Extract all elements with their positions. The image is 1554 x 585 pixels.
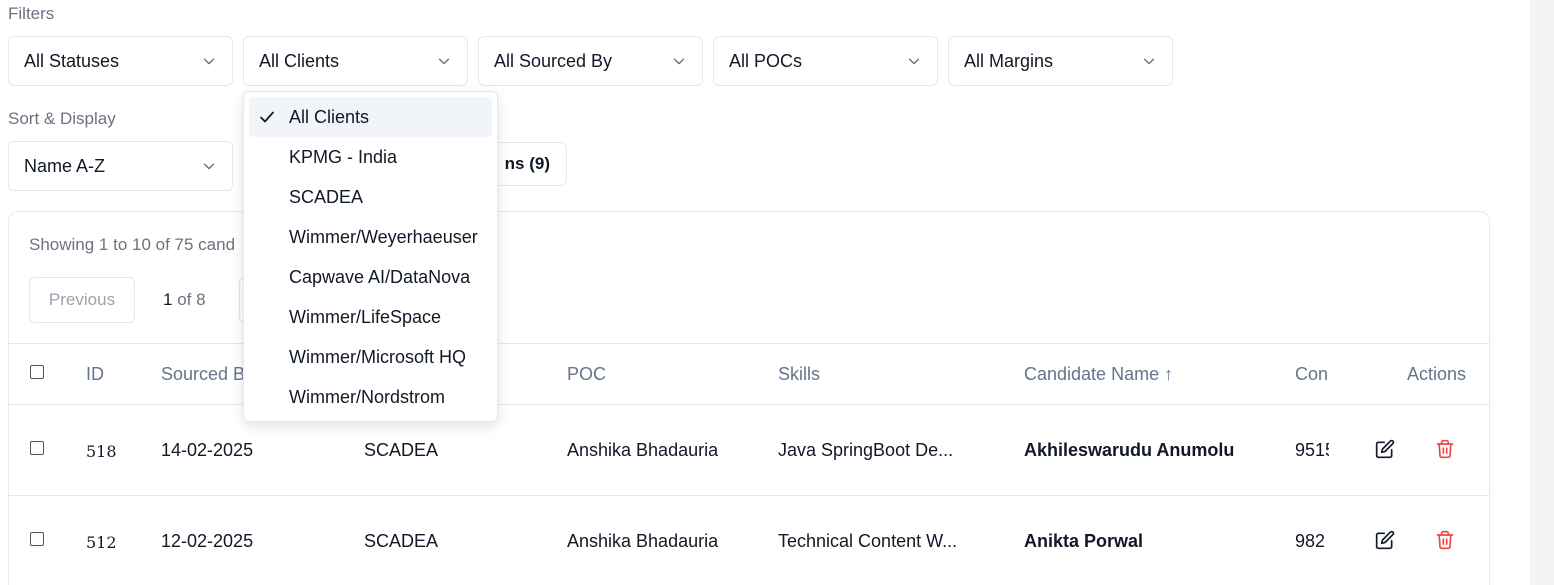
cell-skills: Technical Content W...: [778, 531, 958, 551]
chevron-down-icon: [907, 54, 921, 68]
client-filter-select[interactable]: All Clients: [243, 36, 468, 86]
client-dropdown-menu: All Clients KPMG - India SCADEA Wimmer/W…: [243, 91, 498, 422]
row-checkbox[interactable]: [30, 441, 44, 455]
dropdown-option-wimmer-weyerhaeuser[interactable]: Wimmer/Weyerhaeuser: [249, 217, 492, 257]
poc-filter-value: All POCs: [729, 50, 803, 71]
dropdown-option-label: Wimmer/Nordstrom: [289, 386, 445, 407]
sourced-by-filter-select[interactable]: All Sourced By: [478, 36, 703, 86]
dropdown-option-label: Wimmer/LifeSpace: [289, 306, 442, 327]
dropdown-option-label: Wimmer/Microsoft HQ: [289, 346, 466, 367]
cell-id: 518: [86, 442, 117, 461]
dropdown-option-scadea[interactable]: SCADEA: [249, 177, 492, 217]
page: Filters All Statuses All Clients All Sou…: [0, 0, 1554, 585]
cell-date: 12-02-2025: [161, 531, 254, 551]
margin-filter-value: All Margins: [964, 50, 1054, 71]
edit-icon[interactable]: [1374, 529, 1396, 551]
sourced-by-filter-value: All Sourced By: [494, 50, 613, 71]
showing-count: Showing 1 to 10 of 75 cand: [29, 235, 236, 254]
chevron-down-icon: [202, 159, 216, 173]
table-row[interactable]: 518 14-02-2025 SCADEA Anshika Bhadauria …: [9, 405, 1489, 496]
dropdown-option-wimmer-microsoft-hq[interactable]: Wimmer/Microsoft HQ: [249, 337, 492, 377]
header-contact[interactable]: Con: [1295, 364, 1328, 385]
sort-display-label: Sort & Display: [8, 109, 116, 128]
cell-contact: 9515: [1295, 440, 1329, 460]
previous-button[interactable]: Previous: [29, 277, 135, 323]
dropdown-option-all-clients[interactable]: All Clients: [249, 97, 492, 137]
chevron-down-icon: [1142, 54, 1156, 68]
row-checkbox[interactable]: [30, 532, 44, 546]
cell-candidate-name: Anikta Porwal: [1024, 531, 1144, 551]
header-sourced[interactable]: Sourced B: [161, 364, 245, 385]
filters-label: Filters: [8, 4, 55, 23]
trash-icon[interactable]: [1434, 438, 1456, 460]
header-candidate-name[interactable]: Candidate Name ↑: [1024, 364, 1173, 385]
header-id[interactable]: ID: [86, 364, 104, 385]
table-row[interactable]: 512 12-02-2025 SCADEA Anshika Bhadauria …: [9, 496, 1489, 585]
dropdown-option-label: Wimmer/Weyerhaeuser: [289, 226, 478, 247]
cell-date: 14-02-2025: [161, 440, 254, 460]
cell-poc: Anshika Bhadauria: [567, 440, 719, 460]
sort-value: Name A-Z: [24, 155, 106, 176]
status-filter-select[interactable]: All Statuses: [8, 36, 233, 86]
dropdown-option-label: SCADEA: [289, 186, 364, 207]
cell-candidate-name: Akhileswarudu Anumolu: [1024, 440, 1235, 460]
status-filter-value: All Statuses: [24, 50, 120, 71]
page-indicator: 1 of 8: [163, 290, 206, 310]
edit-icon[interactable]: [1374, 438, 1396, 460]
header-skills[interactable]: Skills: [778, 364, 820, 385]
dropdown-option-label: Capwave AI/DataNova: [289, 266, 471, 287]
total-pages: of 8: [172, 290, 206, 309]
cell-client: SCADEA: [364, 531, 439, 551]
dropdown-option-kpmg-india[interactable]: KPMG - India: [249, 137, 492, 177]
dropdown-option-label: KPMG - India: [289, 146, 398, 167]
select-all-checkbox[interactable]: [30, 365, 44, 379]
header-poc[interactable]: POC: [567, 364, 606, 385]
chevron-down-icon: [202, 54, 216, 68]
chevron-down-icon: [672, 54, 686, 68]
trash-icon[interactable]: [1434, 529, 1456, 551]
chevron-down-icon: [437, 54, 451, 68]
cell-id: 512: [86, 533, 117, 552]
candidates-table-card: Showing 1 to 10 of 75 cand Previous 1 of…: [8, 211, 1490, 585]
dropdown-option-capwave-datanova[interactable]: Capwave AI/DataNova: [249, 257, 492, 297]
cell-skills: Java SpringBoot De...: [778, 440, 954, 460]
columns-button-label: ns (9): [504, 154, 550, 173]
client-filter-value: All Clients: [259, 50, 340, 71]
check-icon: [260, 111, 274, 123]
cell-contact: 982: [1295, 531, 1326, 551]
dropdown-option-label: All Clients: [289, 106, 370, 127]
dropdown-option-wimmer-lifespace[interactable]: Wimmer/LifeSpace: [249, 297, 492, 337]
header-actions: Actions: [1407, 364, 1467, 384]
poc-filter-select[interactable]: All POCs: [713, 36, 938, 86]
sort-select[interactable]: Name A-Z: [8, 141, 233, 191]
cell-poc: Anshika Bhadauria: [567, 531, 719, 551]
dropdown-option-wimmer-nordstrom[interactable]: Wimmer/Nordstrom: [249, 377, 492, 417]
cell-client: SCADEA: [364, 440, 439, 460]
table-header: ID Sourced B POC Skills Candidate Name ↑…: [9, 343, 1489, 405]
margin-filter-select[interactable]: All Margins: [948, 36, 1173, 86]
scrollbar-track[interactable]: [1530, 0, 1554, 585]
